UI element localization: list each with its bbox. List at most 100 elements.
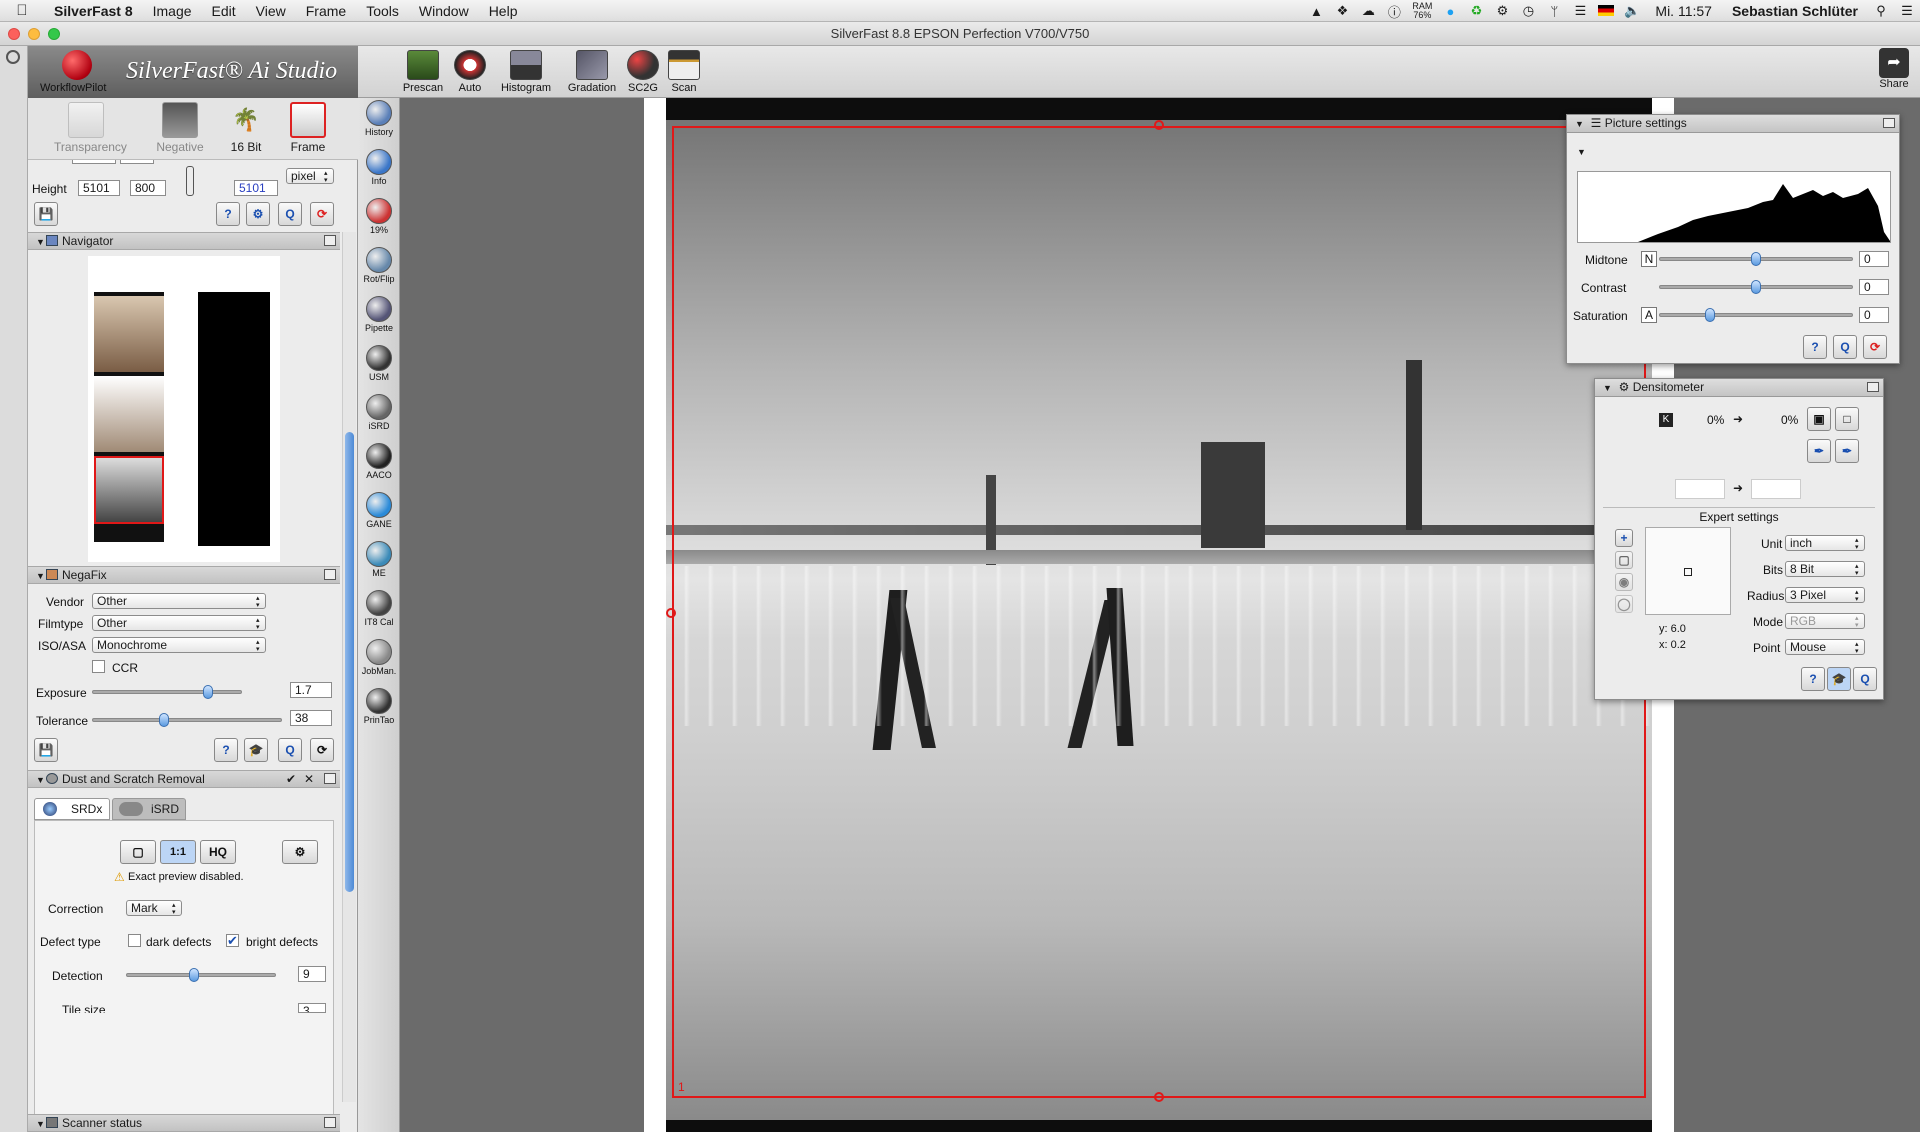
picture-settings-header[interactable]: ▼ ☰ Picture settings xyxy=(1567,115,1899,133)
save-settings-button[interactable]: 💾 xyxy=(34,202,58,226)
frame-handle-bottom[interactable] xyxy=(1154,1092,1164,1102)
tab-isrd[interactable]: iSRD xyxy=(112,798,186,820)
tool-gane[interactable]: GANE xyxy=(358,492,400,529)
twitter-icon[interactable]: ● xyxy=(1437,4,1463,19)
densitometer-help-button[interactable]: ? xyxy=(1801,667,1825,691)
apple-icon[interactable]:  xyxy=(0,2,44,19)
midtone-badge[interactable]: N xyxy=(1641,251,1657,267)
dust-gear-button[interactable]: ⚙ xyxy=(282,840,318,864)
frame-handle-top[interactable] xyxy=(1154,120,1164,130)
tool-aaco[interactable]: AACO xyxy=(358,443,400,480)
menu-frame[interactable]: Frame xyxy=(296,3,356,19)
wifi-icon[interactable]: ☰ xyxy=(1567,3,1593,19)
tolerance-knob[interactable] xyxy=(159,713,170,727)
dust-scratch-header[interactable]: ▼ Dust and Scratch Removal ✔ ✕ xyxy=(28,770,340,788)
area-mode-button[interactable]: □ xyxy=(1835,407,1859,431)
detection-field[interactable]: 9 xyxy=(298,966,326,982)
detach-icon[interactable] xyxy=(324,1117,336,1128)
reset-button[interactable]: ⟳ xyxy=(310,202,334,226)
pipette-b-button[interactable]: ✒ xyxy=(1835,439,1859,463)
unit-select[interactable]: pixel xyxy=(286,168,334,184)
iso-select[interactable]: Monochrome xyxy=(92,637,266,653)
point-select[interactable]: Mouse xyxy=(1785,639,1865,655)
navigator-thumb-1[interactable] xyxy=(94,296,164,372)
tool-zoom[interactable]: 19% xyxy=(358,198,400,235)
saturation-slider[interactable] xyxy=(1659,308,1853,322)
mode-transparency[interactable]: Transparency xyxy=(54,102,127,154)
midtone-field[interactable]: 0 xyxy=(1859,251,1889,267)
bits-select[interactable]: 8 Bit xyxy=(1785,561,1865,577)
tool-jobman[interactable]: JobMan. xyxy=(358,639,400,676)
radius-select[interactable]: 3 Pixel xyxy=(1785,587,1865,603)
navigator-view[interactable] xyxy=(88,256,280,562)
saturation-field[interactable]: 0 xyxy=(1859,307,1889,323)
quicktime-button[interactable]: Q xyxy=(278,202,302,226)
info-status-icon[interactable]: ⓘ xyxy=(1381,2,1407,21)
saturation-knob[interactable] xyxy=(1704,308,1715,322)
mode-negative[interactable]: Negative xyxy=(148,102,212,154)
mode-frame[interactable]: Frame xyxy=(276,102,340,154)
detach-icon[interactable] xyxy=(324,569,336,580)
link-chain-icon[interactable] xyxy=(186,166,194,196)
mode-16bit[interactable]: 🌴 16 Bit xyxy=(214,102,278,154)
menu-app[interactable]: SilverFast 8 xyxy=(44,3,143,19)
menu-window[interactable]: Window xyxy=(409,3,479,19)
dust-enable-check-icon[interactable]: ✔ xyxy=(286,771,296,787)
contrast-field[interactable]: 0 xyxy=(1859,279,1889,295)
tool-info[interactable]: Info xyxy=(358,149,400,186)
mode-select[interactable]: RGB xyxy=(1785,613,1865,629)
densitometer-preview-button[interactable]: Q xyxy=(1853,667,1877,691)
scan-frame[interactable]: 1 xyxy=(672,126,1646,1098)
detection-knob[interactable] xyxy=(188,968,199,982)
ccr-checkbox[interactable] xyxy=(92,660,105,673)
densitometer-expert-button[interactable]: 🎓 xyxy=(1827,667,1851,691)
height-field[interactable]: 5101 xyxy=(78,180,120,196)
density-in-field[interactable] xyxy=(1675,479,1725,499)
spotlight-icon[interactable]: ⚲ xyxy=(1868,3,1894,19)
tool-history[interactable]: History xyxy=(358,100,400,137)
loupe-lock-button[interactable]: ◯ xyxy=(1615,595,1633,613)
flag-icon[interactable] xyxy=(1593,4,1619,19)
tool-printao[interactable]: PrinTao xyxy=(358,688,400,725)
negafix-reset-button[interactable]: ⟳ xyxy=(310,738,334,762)
tool-isrd[interactable]: iSRD xyxy=(358,394,400,431)
histogram-dropdown-icon[interactable]: ▼ xyxy=(1577,147,1586,157)
exposure-knob[interactable] xyxy=(203,685,214,699)
pipette-a-button[interactable]: ✒ xyxy=(1807,439,1831,463)
ram-indicator[interactable]: RAM 76% xyxy=(1407,2,1437,20)
scanner-status-header[interactable]: ▼ Scanner status xyxy=(28,1114,340,1132)
user-name[interactable]: Sebastian Schlüter xyxy=(1722,3,1868,19)
midtone-knob[interactable] xyxy=(1751,252,1761,266)
settings-gear-button[interactable]: ⚙ xyxy=(246,202,270,226)
loupe-eye-button[interactable]: ◉ xyxy=(1615,573,1633,591)
notification-center-icon[interactable]: ☰ xyxy=(1894,3,1920,19)
height-dpi-field[interactable]: 800 xyxy=(130,180,166,196)
volume-icon[interactable]: 🔈 xyxy=(1619,3,1645,19)
menu-help[interactable]: Help xyxy=(479,3,528,19)
view-frame-button[interactable]: ▢ xyxy=(120,840,156,864)
tool-rot-flip[interactable]: Rot/Flip xyxy=(358,247,400,284)
filmtype-select[interactable]: Other xyxy=(92,615,266,631)
unit-select[interactable]: inch xyxy=(1785,535,1865,551)
menu-view[interactable]: View xyxy=(246,3,296,19)
clock[interactable]: Mi. 11:57 xyxy=(1645,3,1722,19)
navigator-thumb-2[interactable] xyxy=(94,376,164,452)
point-mode-button[interactable]: ▣ xyxy=(1807,407,1831,431)
frame-handle-left[interactable] xyxy=(666,608,676,618)
histogram-button[interactable]: Histogram xyxy=(496,48,556,98)
negafix-save-button[interactable]: 💾 xyxy=(34,738,58,762)
auto-button[interactable]: Auto xyxy=(442,48,498,98)
tool-it8-cal[interactable]: IT8 Cal xyxy=(358,590,400,627)
tolerance-field[interactable]: 38 xyxy=(290,710,332,726)
menu-edit[interactable]: Edit xyxy=(202,3,246,19)
left-panel-scrollbar[interactable] xyxy=(342,232,356,1102)
negafix-header[interactable]: ▼ NegaFix xyxy=(28,566,340,584)
picture-preview-button[interactable]: Q xyxy=(1833,335,1857,359)
dark-defects-checkbox[interactable] xyxy=(128,934,141,947)
loupe-add-button[interactable]: + xyxy=(1615,529,1633,547)
detach-icon[interactable] xyxy=(1867,382,1879,392)
tool-me[interactable]: ME xyxy=(358,541,400,578)
one-to-one-button[interactable]: 1:1 xyxy=(160,840,196,864)
workflow-pilot-icon[interactable] xyxy=(62,50,92,80)
share-button[interactable]: ➦ Share xyxy=(1874,48,1914,90)
